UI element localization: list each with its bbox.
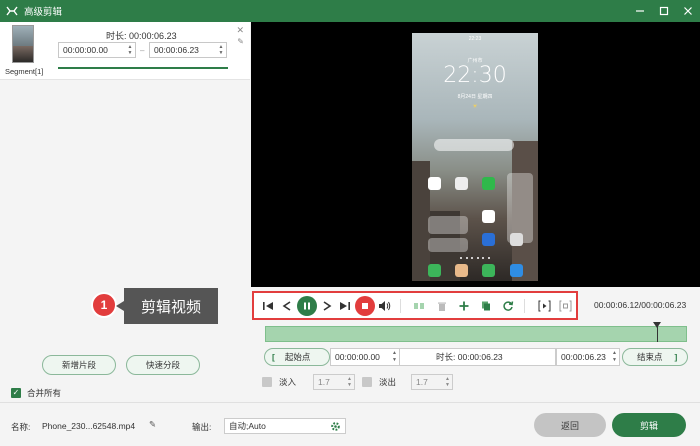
fade-out-label: 淡出 xyxy=(379,377,397,387)
bracket-left-icon: [ xyxy=(272,352,275,362)
maximize-icon xyxy=(659,6,669,16)
range-duration: 时长: 00:00:06.23 xyxy=(400,348,556,366)
photos-app-icon xyxy=(428,177,441,190)
timeline-track[interactable] xyxy=(265,322,687,342)
browser-app-icon xyxy=(510,264,523,277)
fade-out-value-input[interactable]: 1.7 ▲ ▼ xyxy=(411,374,453,390)
jump-start-icon[interactable] xyxy=(260,298,276,314)
title-bar: 高级剪辑 xyxy=(0,0,700,22)
camera-app-icon xyxy=(455,177,468,190)
chat-app-icon xyxy=(482,210,495,223)
playhead-line xyxy=(657,326,658,342)
copy-icon[interactable] xyxy=(478,298,494,314)
phone-screen-frame: 22:23 广州市 22:30 8月24日 星期四 ☀ xyxy=(412,33,538,281)
maximize-button[interactable] xyxy=(652,0,676,22)
playback-controls-highlight xyxy=(252,291,578,320)
phone-app-icon xyxy=(428,264,441,277)
segment-label: Segment[1] xyxy=(5,67,44,76)
fade-row: 淡入 1.7 ▲ ▼ 淡出 1.7 ▲ ▼ xyxy=(262,374,462,390)
set-start-icon[interactable] xyxy=(536,298,552,314)
fade-in-label: 淡入 xyxy=(279,377,297,387)
step-forward-icon[interactable] xyxy=(319,298,335,314)
close-window-button[interactable] xyxy=(676,0,700,22)
settings-app-icon xyxy=(510,233,523,246)
bottom-bar: 名称: Phone_230...62548.mp4 ✎ 输出: 自动;Auto … xyxy=(0,402,700,446)
window-title: 高级剪辑 xyxy=(24,7,63,18)
video-preview[interactable]: 22:23 广州市 22:30 8月24日 星期四 ☀ xyxy=(251,22,700,287)
messages-app-icon xyxy=(482,264,495,277)
phone-search-bar xyxy=(434,139,514,151)
spinner-icon[interactable]: ▲ ▼ xyxy=(445,376,450,388)
range-start-time-input[interactable]: 00:00:00.00 ▲ ▼ xyxy=(330,348,400,366)
alipay-app-icon xyxy=(482,233,495,246)
minimize-button[interactable] xyxy=(628,0,652,22)
cut-button[interactable]: 剪辑 xyxy=(612,413,686,437)
callout-pointer xyxy=(116,301,124,311)
jump-end-icon[interactable] xyxy=(337,298,353,314)
close-icon xyxy=(684,7,692,15)
weather-icon: ☀ xyxy=(472,104,478,110)
name-label: 名称: xyxy=(11,422,31,432)
quick-split-button[interactable]: 快速分段 xyxy=(126,355,200,375)
fade-in-value-input[interactable]: 1.7 ▲ ▼ xyxy=(313,374,355,390)
output-select[interactable]: 自动;Auto xyxy=(224,418,346,434)
app-logo-icon xyxy=(6,6,18,16)
spinner-icon[interactable]: ▲ ▼ xyxy=(612,350,617,364)
callout-label: 剪辑视频 xyxy=(124,288,218,324)
set-end-point-button[interactable]: 结束点 ] xyxy=(622,348,688,366)
pencil-icon[interactable]: ✎ xyxy=(149,419,156,430)
reset-icon[interactable] xyxy=(500,298,516,314)
merge-all-checkbox[interactable]: ✓ 合并所有 xyxy=(11,387,61,399)
range-end-time-input[interactable]: 00:00:06.23 ▲ ▼ xyxy=(556,348,620,366)
spinner-icon[interactable]: ▲ ▼ xyxy=(218,44,224,56)
phone-clock: 22:30 xyxy=(443,63,507,88)
add-icon[interactable] xyxy=(456,298,472,314)
segment-end-time-input[interactable]: 00:00:06.23 ▲ ▼ xyxy=(149,42,227,58)
stop-icon[interactable] xyxy=(355,296,375,316)
wechat-app-icon xyxy=(482,177,495,190)
set-start-point-button[interactable]: [ 起始点 xyxy=(264,348,330,366)
delete-icon[interactable] xyxy=(434,298,450,314)
segment-card[interactable]: Segment[1] 时长: 00:00:06.23 00:00:00.00 ▲… xyxy=(0,22,250,80)
fade-out-checkbox[interactable] xyxy=(362,377,372,387)
file-name: Phone_230...62548.mp4 xyxy=(42,421,136,431)
close-icon[interactable]: ✕ xyxy=(236,25,244,35)
range-row: [ 起始点 00:00:00.00 ▲ ▼ 时长: 00:00:06.23 00:… xyxy=(264,348,688,366)
segment-panel: Segment[1] 时长: 00:00:06.23 00:00:00.00 ▲… xyxy=(0,22,250,402)
bracket-right-icon: ] xyxy=(674,352,678,362)
minimize-icon xyxy=(636,10,644,12)
contacts-app-icon xyxy=(455,264,468,277)
segment-start-time-input[interactable]: 00:00:00.00 ▲ ▼ xyxy=(58,42,136,58)
output-label: 输出: xyxy=(192,422,212,432)
add-segment-button[interactable]: 新增片段 xyxy=(42,355,116,375)
segment-thumbnail xyxy=(12,25,34,63)
playback-time-readout: 00:00:06.12/00:00:06.23 xyxy=(594,300,687,310)
set-end-icon[interactable] xyxy=(557,298,573,314)
split-icon[interactable] xyxy=(411,298,427,314)
volume-icon[interactable] xyxy=(376,298,392,314)
callout-number-badge: 1 xyxy=(91,292,117,318)
segment-duration: 时长: 00:00:06.23 xyxy=(106,31,177,41)
gear-icon[interactable] xyxy=(330,421,341,432)
back-button[interactable]: 返回 xyxy=(534,413,606,437)
merge-all-label: 合并所有 xyxy=(27,388,62,398)
spinner-icon[interactable]: ▲ ▼ xyxy=(347,376,352,388)
pencil-icon[interactable]: ✎ xyxy=(237,37,244,46)
pause-icon[interactable] xyxy=(297,296,317,316)
playback-controls-row: 00:00:06.12/00:00:06.23 xyxy=(251,288,700,322)
checkbox-checked-icon[interactable]: ✓ xyxy=(11,388,21,398)
step-back-icon[interactable] xyxy=(279,298,295,314)
segment-progress-bar xyxy=(58,67,228,69)
fade-in-checkbox[interactable] xyxy=(262,377,272,387)
spinner-icon[interactable]: ▲ ▼ xyxy=(127,44,133,56)
spinner-icon[interactable]: ▲ ▼ xyxy=(392,350,397,364)
